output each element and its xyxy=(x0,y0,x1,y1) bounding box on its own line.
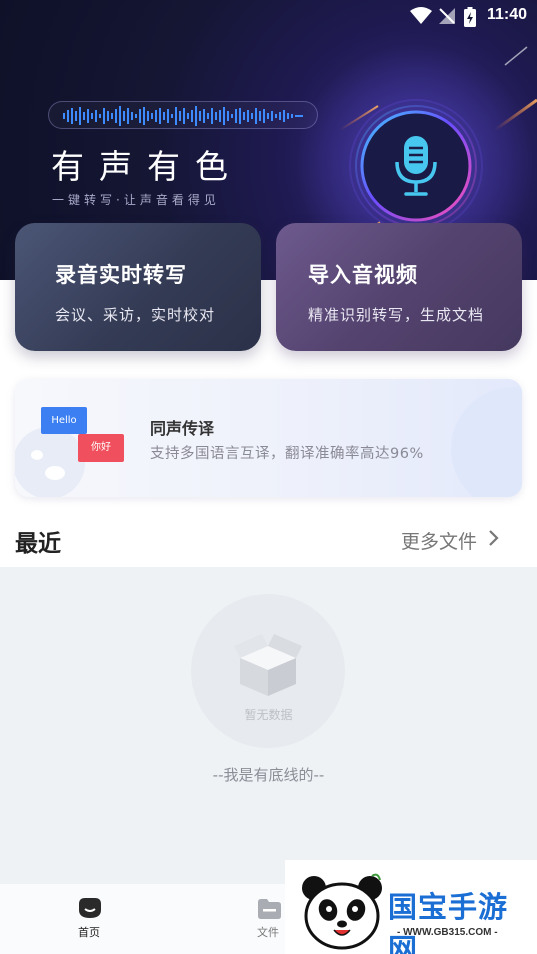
card-subtitle: 会议、采访，实时校对 xyxy=(55,306,216,324)
hero-subtitle: 一键转写·让声音看得见 xyxy=(52,193,220,207)
waveform-icon xyxy=(63,106,303,126)
wifi-icon xyxy=(410,7,432,24)
tab-home-label: 首页 xyxy=(78,926,100,939)
decorative-circle-icon xyxy=(451,387,522,497)
simultaneous-interpretation-banner[interactable]: Hello 你好 同声传译 支持多国语言互译，翻译准确率高达96% xyxy=(15,379,522,497)
microphone-icon[interactable] xyxy=(392,134,440,198)
no-signal-icon xyxy=(439,8,455,24)
nihao-tag: 你好 xyxy=(78,434,124,462)
watermark-url: - WWW.GB315.COM - xyxy=(397,927,498,938)
battery-charging-icon xyxy=(464,7,476,27)
banner-subtitle: 支持多国语言互译，翻译准确率高达96% xyxy=(150,446,424,462)
chevron-right-icon[interactable] xyxy=(487,529,501,547)
banner-title: 同声传译 xyxy=(150,419,215,438)
watermark-site-name: 国宝手游网 xyxy=(388,892,509,954)
more-files-link[interactable]: 更多文件 xyxy=(401,527,477,554)
card-title: 录音实时转写 xyxy=(55,263,187,287)
empty-box-icon xyxy=(234,634,302,696)
recent-title: 最近 xyxy=(15,531,61,557)
card-title: 导入音视频 xyxy=(308,263,418,287)
folder-icon xyxy=(258,899,281,919)
hero-title: 有声有色 xyxy=(51,147,243,186)
end-of-list-text: --我是有底线的-- xyxy=(212,766,325,784)
panda-logo-icon xyxy=(302,873,382,950)
tab-files-label: 文件 xyxy=(257,926,279,939)
empty-state-text: 暂无数据 xyxy=(244,708,293,722)
import-media-card[interactable]: 导入音视频 精准识别转写，生成文档 xyxy=(276,223,522,351)
record-transcribe-card[interactable]: 录音实时转写 会议、采访，实时校对 xyxy=(15,223,261,351)
home-icon xyxy=(79,898,101,918)
hello-tag: Hello xyxy=(41,407,87,434)
status-bar: 11:40 xyxy=(0,0,537,32)
status-time: 11:40 xyxy=(486,6,527,23)
card-subtitle: 精准识别转写，生成文档 xyxy=(308,306,485,324)
waveform-pill xyxy=(48,101,318,129)
tab-home[interactable]: 首页 xyxy=(60,892,120,944)
